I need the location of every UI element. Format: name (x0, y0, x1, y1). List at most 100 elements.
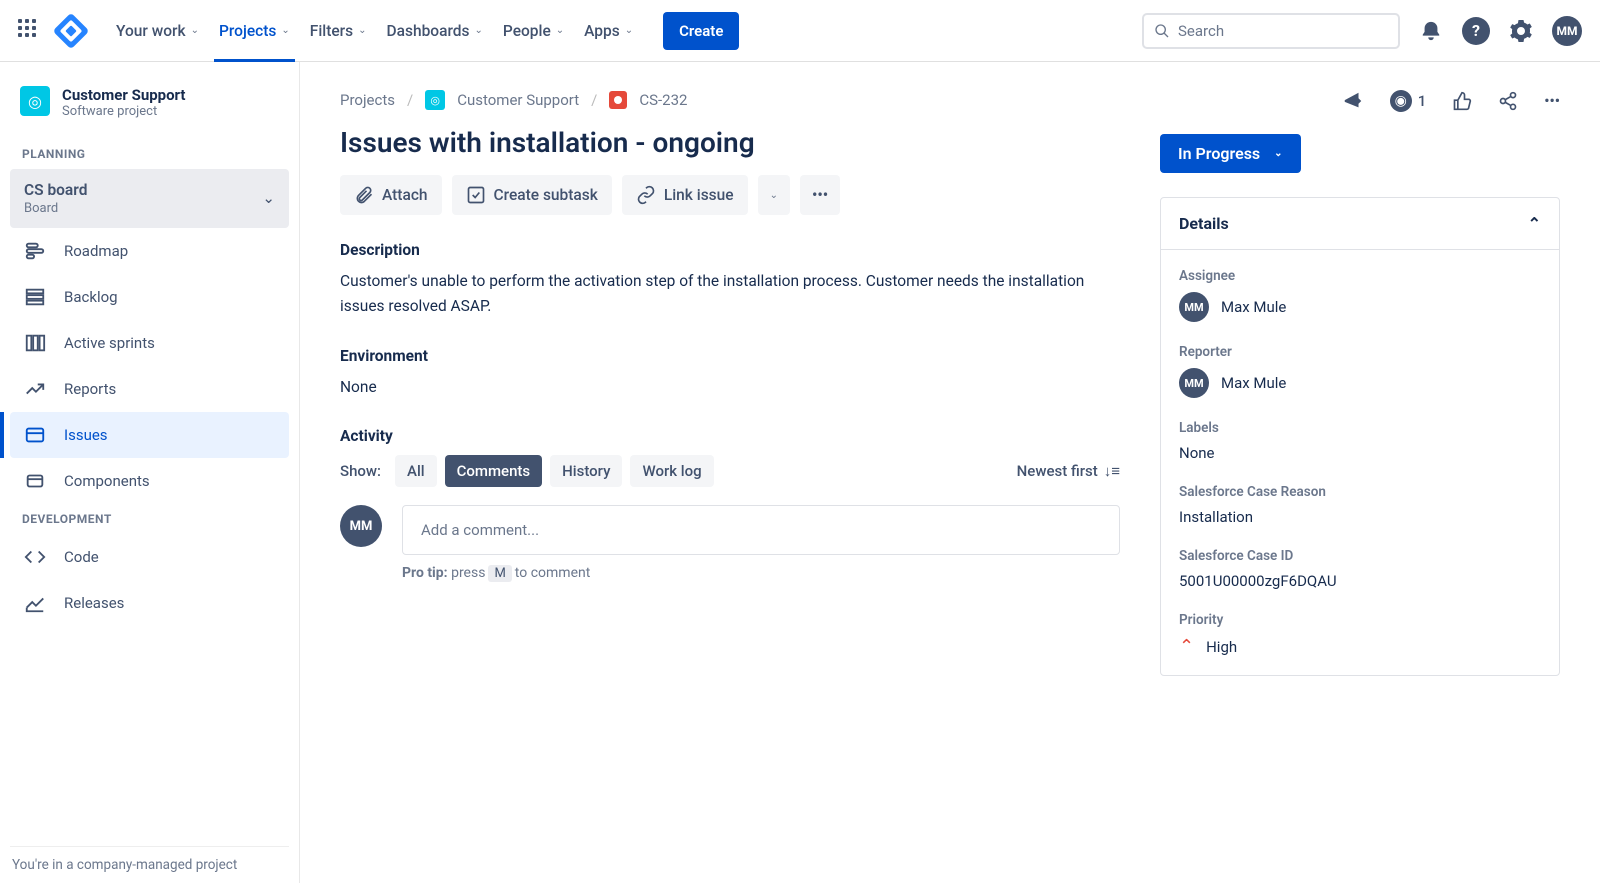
assignee-label: Assignee (1179, 268, 1541, 284)
details-header[interactable]: Details⌃ (1161, 198, 1559, 250)
chevron-down-icon: ⌄ (770, 190, 778, 201)
comment-avatar: MM (340, 505, 382, 547)
releases-icon (24, 592, 46, 614)
paperclip-icon (354, 185, 374, 205)
sidebar-item-issues[interactable]: Issues (10, 412, 289, 458)
components-icon (24, 470, 46, 492)
details-panel: Details⌃ Assignee MMMax Mule Reporter MMMa… (1160, 197, 1560, 676)
priority-high-icon: ⌃ (1179, 636, 1194, 657)
activity-tab-all[interactable]: All (395, 455, 437, 487)
like-button[interactable] (1452, 91, 1472, 111)
sidebar-item-roadmap[interactable]: Roadmap (10, 228, 289, 274)
nav-projects[interactable]: Projects⌄ (209, 0, 300, 62)
roadmap-icon (24, 240, 46, 262)
details-column: ◉1 ••• In Progress⌄ Details⌃ Assignee MMM… (1160, 90, 1560, 855)
top-nav: Your work⌄Projects⌄Filters⌄Dashboards⌄Pe… (0, 0, 1600, 62)
app-switcher-icon[interactable] (18, 19, 42, 43)
issue-title[interactable]: Issues with installation - ongoing (340, 126, 1120, 159)
case-reason-label: Salesforce Case Reason (1179, 484, 1541, 500)
help-icon[interactable]: ? (1462, 17, 1490, 45)
search-placeholder: Search (1178, 22, 1224, 40)
issue-content: Projects / ◎ Customer Support / CS-232 I… (340, 90, 1120, 855)
code-icon (24, 546, 46, 568)
chevron-down-icon: ⌄ (262, 189, 275, 207)
link-issue-button[interactable]: Link issue (622, 175, 748, 215)
crumb-issue-key[interactable]: CS-232 (639, 91, 687, 109)
section-planning: PLANNING (10, 139, 289, 169)
nav-people[interactable]: People⌄ (493, 0, 574, 62)
sidebar-item-active-sprints[interactable]: Active sprints (10, 320, 289, 366)
watch-button[interactable]: ◉1 (1390, 90, 1427, 112)
breadcrumb: Projects / ◎ Customer Support / CS-232 (340, 90, 1120, 110)
issue-more-button[interactable]: ••• (1544, 92, 1560, 110)
crumb-projects[interactable]: Projects (340, 91, 395, 109)
description-label: Description (340, 241, 1120, 259)
share-button[interactable] (1498, 91, 1518, 111)
sort-newest-button[interactable]: Newest first↓≡ (1017, 462, 1120, 480)
environment-text[interactable]: None (340, 375, 1120, 400)
search-icon (1154, 23, 1170, 39)
backlog-icon (24, 286, 46, 308)
more-icon: ••• (812, 186, 828, 204)
case-reason-value[interactable]: Installation (1179, 508, 1541, 526)
priority-value[interactable]: ⌃High (1179, 636, 1541, 657)
chevron-down-icon: ⌄ (1274, 148, 1282, 159)
link-icon (636, 185, 656, 205)
board-selector[interactable]: CS board Board ⌄ (10, 169, 289, 228)
sort-icon: ↓≡ (1104, 462, 1120, 480)
case-id-label: Salesforce Case ID (1179, 548, 1541, 564)
activity-tab-history[interactable]: History (550, 455, 622, 487)
board-sublabel: Board (24, 201, 58, 216)
activity-tab-work-log[interactable]: Work log (630, 455, 713, 487)
issues-icon (24, 424, 46, 446)
description-text[interactable]: Customer's unable to perform the activat… (340, 269, 1120, 319)
sidebar: ◎ Customer Support Software project PLAN… (0, 62, 300, 883)
board-name: CS board (24, 181, 87, 199)
project-type: Software project (62, 104, 186, 119)
jira-logo-icon[interactable] (53, 12, 90, 49)
priority-label: Priority (1179, 612, 1541, 628)
protip-text: Pro tip: pressMto comment (402, 565, 1120, 582)
sidebar-item-components[interactable]: Components (10, 458, 289, 504)
sidebar-item-reports[interactable]: Reports (10, 366, 289, 412)
issue-type-icon (609, 91, 627, 109)
section-development: DEVELOPMENT (10, 504, 289, 534)
create-subtask-button[interactable]: Create subtask (452, 175, 612, 215)
sidebar-item-backlog[interactable]: Backlog (10, 274, 289, 320)
environment-label: Environment (340, 347, 1120, 365)
user-avatar[interactable]: MM (1552, 16, 1582, 46)
sidebar-item-code[interactable]: Code (10, 534, 289, 580)
reporter-label: Reporter (1179, 344, 1541, 360)
nav-dashboards[interactable]: Dashboards⌄ (377, 0, 493, 62)
nav-your-work[interactable]: Your work⌄ (106, 0, 209, 62)
reports-icon (24, 378, 46, 400)
chevron-up-icon: ⌃ (1528, 214, 1541, 233)
activity-tab-comments[interactable]: Comments (445, 455, 543, 487)
comment-input[interactable]: Add a comment... (402, 505, 1120, 555)
project-footer-note: You're in a company-managed project (10, 846, 289, 883)
status-dropdown[interactable]: In Progress⌄ (1160, 134, 1301, 173)
case-id-value[interactable]: 5001U00000zgF6DQAU (1179, 572, 1541, 590)
project-name: Customer Support (62, 86, 186, 104)
sidebar-item-releases[interactable]: Releases (10, 580, 289, 626)
more-actions-button[interactable]: ••• (800, 175, 840, 215)
link-dropdown-button[interactable]: ⌄ (758, 175, 790, 215)
assignee-value[interactable]: MMMax Mule (1179, 292, 1541, 322)
activity-label: Activity (340, 427, 1120, 445)
crumb-project[interactable]: Customer Support (457, 91, 579, 109)
nav-apps[interactable]: Apps⌄ (574, 0, 643, 62)
labels-label: Labels (1179, 420, 1541, 436)
reporter-value[interactable]: MMMax Mule (1179, 368, 1541, 398)
attach-button[interactable]: Attach (340, 175, 442, 215)
search-input[interactable]: Search (1142, 13, 1400, 49)
notifications-icon[interactable] (1418, 18, 1444, 44)
feedback-icon[interactable] (1342, 90, 1364, 112)
project-header[interactable]: ◎ Customer Support Software project (10, 86, 289, 139)
nav-filters[interactable]: Filters⌄ (300, 0, 377, 62)
labels-value[interactable]: None (1179, 444, 1541, 462)
active-sprints-icon (24, 332, 46, 354)
project-icon: ◎ (20, 86, 50, 116)
project-chip-icon: ◎ (425, 90, 445, 110)
create-button[interactable]: Create (663, 12, 739, 50)
settings-icon[interactable] (1508, 18, 1534, 44)
